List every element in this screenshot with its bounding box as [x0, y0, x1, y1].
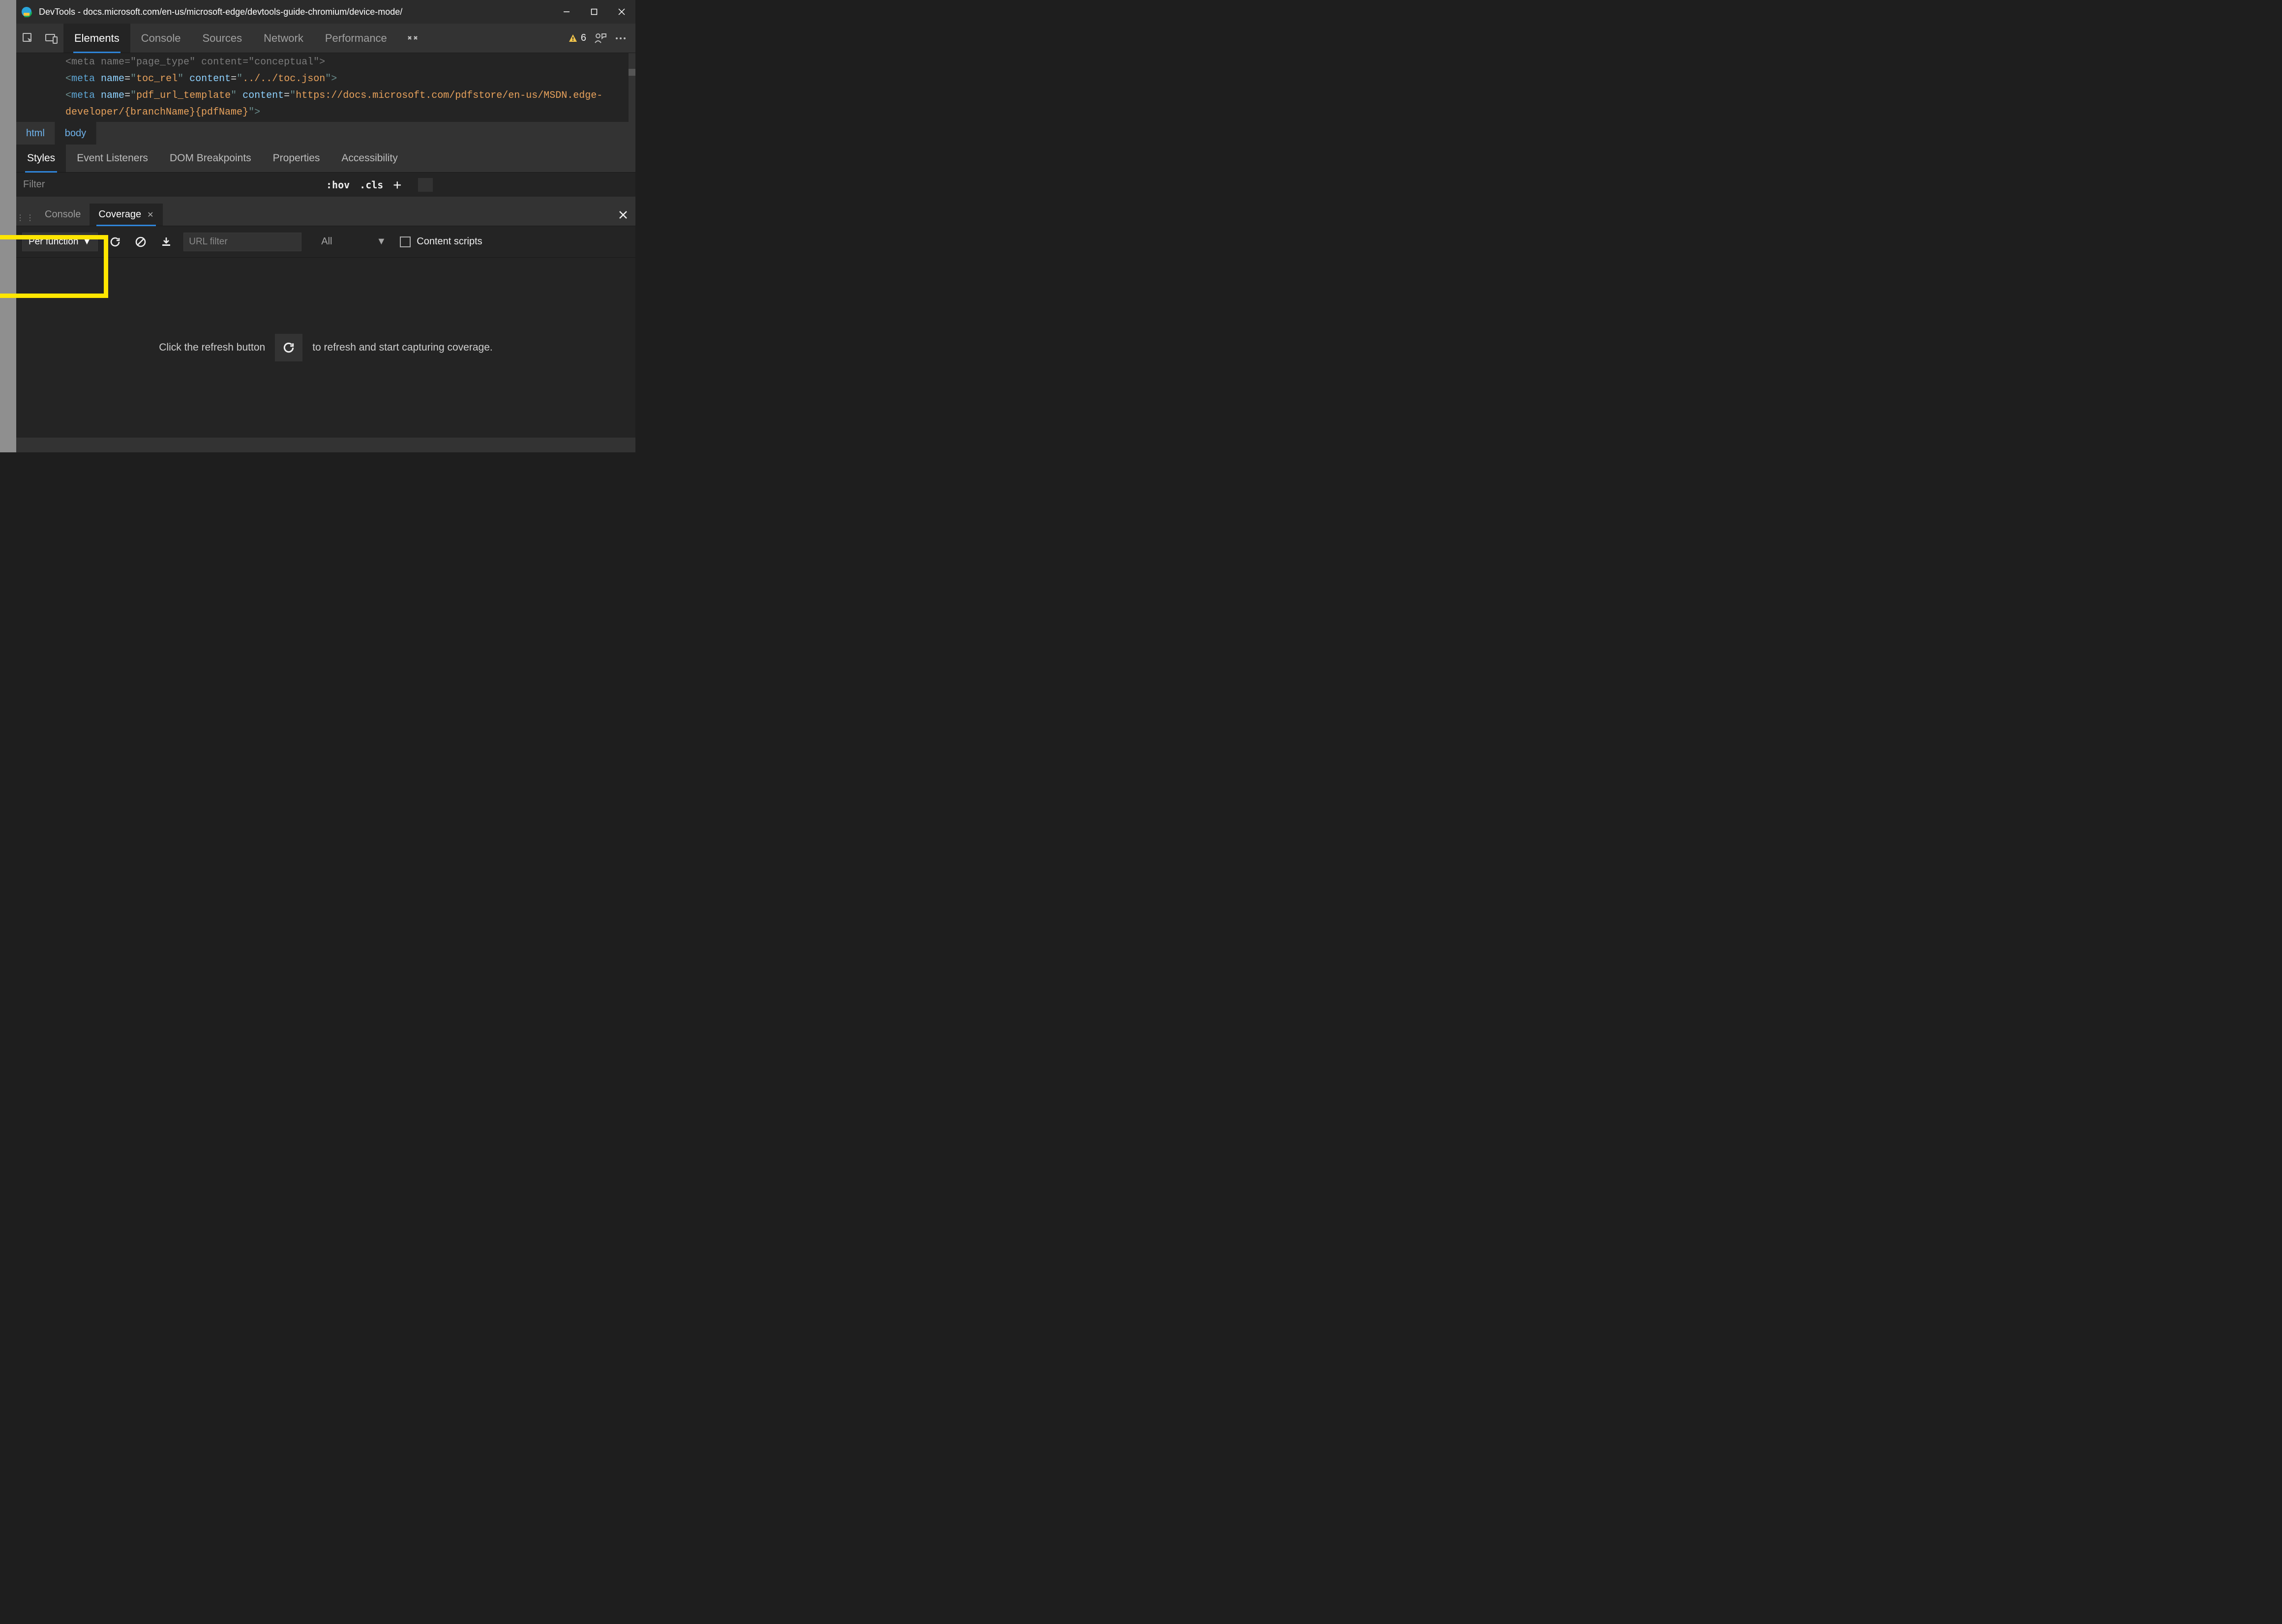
warnings-badge[interactable]: 6 — [568, 32, 586, 44]
more-tabs-button[interactable] — [398, 24, 427, 53]
reload-button[interactable] — [107, 234, 123, 250]
subtab-styles[interactable]: Styles — [16, 145, 66, 172]
main-toolbar: Elements Console Sources Network Perform… — [16, 24, 635, 53]
drawer-tab-console[interactable]: Console — [36, 204, 90, 226]
hov-toggle[interactable]: :hov — [326, 179, 350, 191]
styles-filter-row: :hov .cls + — [16, 172, 635, 197]
subtab-dom-breakpoints[interactable]: DOM Breakpoints — [159, 145, 262, 172]
coverage-type-select[interactable]: All▼ — [310, 236, 391, 247]
tab-performance[interactable]: Performance — [314, 24, 398, 53]
subtab-properties[interactable]: Properties — [262, 145, 331, 172]
subtab-event-listeners[interactable]: Event Listeners — [66, 145, 159, 172]
close-drawer-button[interactable] — [611, 204, 635, 226]
outer-left-strip — [0, 0, 16, 452]
coverage-msg-before: Click the refresh button — [159, 342, 265, 354]
crumb-html[interactable]: html — [16, 122, 55, 145]
drawer: ⋮⋮ Console Coverage ✕ Per function▼ — [16, 204, 635, 452]
minimize-button[interactable] — [553, 0, 580, 24]
coverage-body: Click the refresh button to refresh and … — [16, 258, 635, 438]
coverage-refresh-hint-button[interactable] — [275, 334, 302, 361]
subtab-accessibility[interactable]: Accessibility — [330, 145, 408, 172]
maximize-button[interactable] — [580, 0, 608, 24]
content-scripts-label: Content scripts — [417, 236, 482, 247]
styles-filter-input[interactable] — [16, 173, 311, 197]
drawer-bottom-bar — [16, 438, 635, 452]
content-scripts-checkbox[interactable]: Content scripts — [400, 236, 482, 247]
titlebar: DevTools - docs.microsoft.com/en-us/micr… — [16, 0, 635, 24]
cls-toggle[interactable]: .cls — [360, 179, 383, 191]
coverage-url-filter-input[interactable] — [183, 233, 301, 251]
tab-console[interactable]: Console — [130, 24, 192, 53]
close-coverage-tab-icon[interactable]: ✕ — [147, 210, 153, 220]
code-line-meta-2: <meta name="pdf_url_template" content="h… — [65, 88, 631, 121]
styles-underhang — [16, 197, 635, 204]
settings-menu-icon[interactable] — [615, 36, 627, 40]
window-controls — [553, 0, 635, 24]
devtools-app-icon — [21, 6, 32, 17]
code-line-meta-1: <meta name="toc_rel" content="../../toc.… — [65, 71, 631, 88]
scrollbar-vertical[interactable] — [629, 53, 635, 122]
window-title: DevTools - docs.microsoft.com/en-us/micr… — [39, 7, 402, 17]
drawer-tab-coverage[interactable]: Coverage ✕ — [90, 204, 162, 226]
drawer-drag-handle[interactable]: ⋮⋮ — [16, 204, 36, 226]
tab-sources[interactable]: Sources — [191, 24, 253, 53]
elements-sub-tabs: Styles Event Listeners DOM Breakpoints P… — [16, 145, 635, 172]
breadcrumb: html body — [16, 122, 635, 145]
chevron-down-icon: ▼ — [82, 236, 91, 247]
warnings-count: 6 — [581, 32, 586, 44]
tab-elements[interactable]: Elements — [63, 24, 130, 53]
scrollbar-thumb[interactable] — [629, 69, 635, 76]
coverage-toolbar: Per function▼ All▼ — [16, 226, 635, 258]
close-window-button[interactable] — [608, 0, 635, 24]
tab-network[interactable]: Network — [253, 24, 314, 53]
coverage-mode-select[interactable]: Per function▼ — [22, 233, 98, 251]
device-toolbar-icon[interactable] — [40, 24, 63, 53]
clear-button[interactable] — [132, 234, 149, 250]
export-button[interactable] — [158, 234, 175, 250]
inspect-element-icon[interactable] — [16, 24, 40, 53]
coverage-msg-after: to refresh and start capturing coverage. — [312, 342, 493, 354]
styles-scroll-stub — [418, 178, 433, 192]
code-line-cut: <meta name="page_type" content="conceptu… — [65, 54, 631, 71]
crumb-body[interactable]: body — [55, 122, 96, 145]
new-style-rule-button[interactable]: + — [393, 177, 401, 193]
chevron-down-icon: ▼ — [376, 236, 386, 247]
drawer-tabbar: ⋮⋮ Console Coverage ✕ — [16, 204, 635, 226]
checkbox-icon — [400, 236, 411, 247]
feedback-icon[interactable] — [594, 32, 607, 45]
devtools-window: DevTools - docs.microsoft.com/en-us/micr… — [16, 0, 635, 452]
elements-code-view[interactable]: <meta name="page_type" content="conceptu… — [16, 53, 635, 122]
